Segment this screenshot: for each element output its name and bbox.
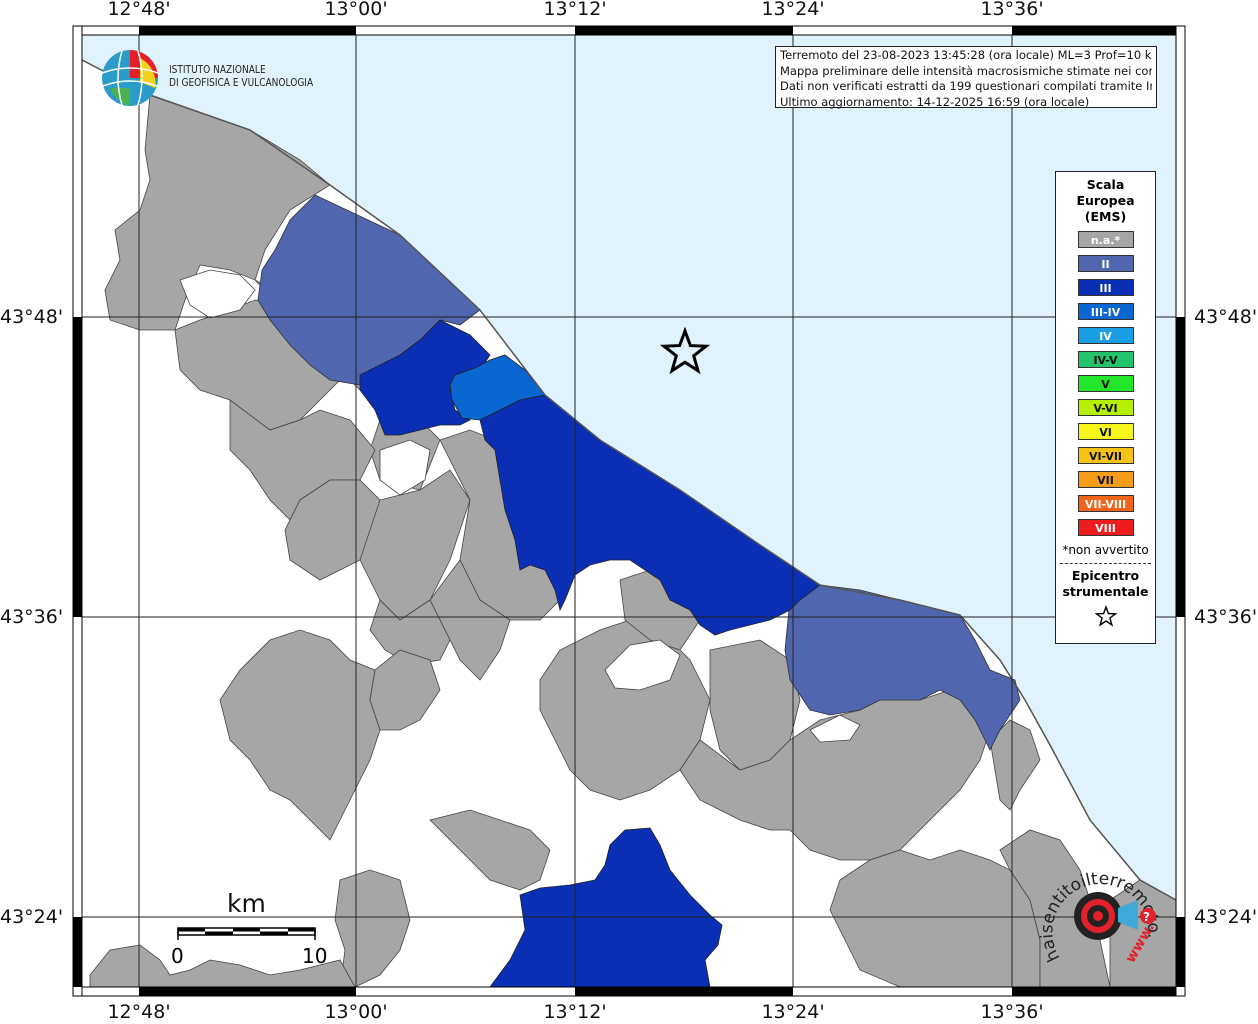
ems-legend: Scala Europea (EMS) n.a.* II III III-IV IV IV… bbox=[1055, 171, 1156, 644]
legend-title-3: (EMS) bbox=[1084, 209, 1127, 224]
ingv-line2: DI GEOFISICA E VULCANOLOGIA bbox=[169, 76, 314, 89]
ingv-line1: ISTITUTO NAZIONALE bbox=[169, 63, 266, 76]
legend-swatch-5: IV-V bbox=[1077, 351, 1134, 368]
legend-swatch-0: n.a.* bbox=[1077, 231, 1134, 248]
legend-epicenter-1: Epicentro bbox=[1071, 568, 1140, 583]
legend-swatch-9: VI-VII bbox=[1077, 447, 1134, 464]
legend-title-1: Scala bbox=[1086, 177, 1125, 192]
legend-swatch-10: VII bbox=[1077, 471, 1134, 488]
scale-max-label: 10 bbox=[302, 944, 328, 968]
haisentito-logo-icon: haisentitoilterremoto.it ? www. bbox=[1030, 858, 1164, 966]
ingv-institute-name: ISTITUTO NAZIONALE DI GEOFISICA E VULCAN… bbox=[169, 63, 313, 89]
legend-epicenter-label: Epicentro strumentale bbox=[1056, 568, 1155, 600]
legend-swatch-11: VII-VIII bbox=[1077, 495, 1134, 512]
legend-swatch-12: VIII bbox=[1077, 519, 1134, 536]
haisentito-www: www. bbox=[1123, 920, 1158, 965]
info-line4: Ultimo aggiornamento: 14-12-2025 16:59 (… bbox=[780, 94, 1090, 109]
legend-separator bbox=[1060, 563, 1151, 564]
legend-swatch-3: III-IV bbox=[1077, 303, 1134, 320]
legend-swatch-8: VI bbox=[1077, 423, 1134, 440]
earthquake-info-box: Terremoto del 23-08-2023 13:45:28 (ora l… bbox=[775, 46, 1157, 109]
ingv-globe-icon bbox=[101, 50, 159, 106]
legend-swatch-2: III bbox=[1077, 279, 1134, 296]
legend-star-icon bbox=[1094, 605, 1117, 627]
info-line1: Terremoto del 23-08-2023 13:45:28 (ora l… bbox=[780, 48, 1152, 62]
legend-swatch-4: IV bbox=[1077, 327, 1134, 344]
legend-title: Scala Europea (EMS) bbox=[1056, 177, 1155, 225]
legend-swatch-1: II bbox=[1077, 255, 1134, 272]
legend-swatch-7: V-VI bbox=[1077, 399, 1134, 416]
legend-epicenter-2: strumentale bbox=[1062, 584, 1149, 599]
scale-unit-label: km bbox=[227, 889, 266, 918]
legend-items: n.a.* II III III-IV IV IV-V V V-VI VI VI-VII VII VI… bbox=[1056, 231, 1155, 536]
info-line3: Dati non verificati estratti da 199 ques… bbox=[780, 79, 1152, 93]
info-line2: Mappa preliminare delle intensità macros… bbox=[780, 63, 1152, 78]
legend-note: *non avvertito bbox=[1062, 543, 1149, 557]
legend-title-2: Europea bbox=[1076, 193, 1135, 208]
legend-swatch-6: V bbox=[1077, 375, 1134, 392]
scale-min-label: 0 bbox=[171, 944, 184, 968]
